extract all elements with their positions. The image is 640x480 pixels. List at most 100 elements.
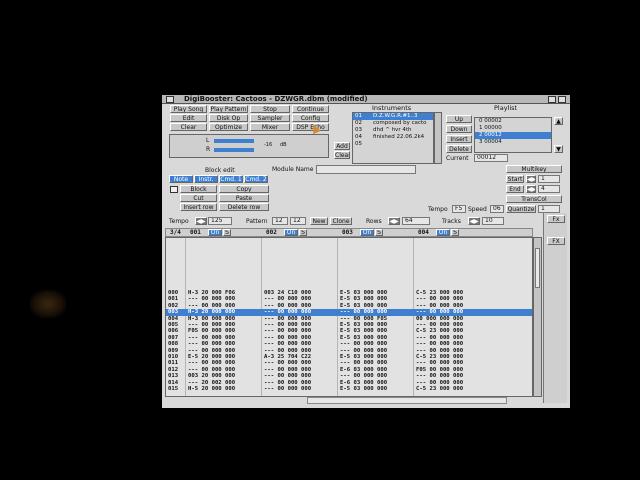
song-position: 3/4 bbox=[170, 229, 181, 236]
tempo-hex-field[interactable]: F5 bbox=[452, 205, 466, 213]
multikey-end-field[interactable]: 4 bbox=[538, 185, 560, 193]
playlist-current-field[interactable]: 00012 bbox=[474, 154, 508, 162]
block-copy-button[interactable]: Copy bbox=[219, 185, 269, 193]
menu-button-config[interactable]: Config bbox=[292, 114, 329, 122]
track-number: 003 bbox=[342, 229, 353, 236]
pattern-row[interactable]: 015 H-5 20 000 000 --- 00 000 000 E-5 03 00… bbox=[166, 386, 532, 392]
tempo-label: Tempo bbox=[169, 218, 189, 225]
volume-readout: -16 bbox=[264, 142, 273, 148]
menu-button-sampler[interactable]: Sampler bbox=[250, 114, 290, 122]
volume-unit: dB bbox=[280, 142, 287, 148]
playlist-insert-button[interactable]: Insert bbox=[446, 135, 472, 143]
pattern-new-button[interactable]: New bbox=[310, 217, 328, 225]
block-block-button[interactable]: Block bbox=[180, 185, 217, 193]
playlist-row[interactable]: 2 00012 bbox=[475, 132, 551, 139]
menu-button-edit[interactable]: Edit bbox=[170, 114, 207, 122]
tracks-arrows-icon[interactable]: ◀▶ bbox=[468, 217, 480, 225]
pattern-scroll-knob[interactable] bbox=[535, 248, 540, 288]
block-delete-row-button[interactable]: Delete row bbox=[219, 203, 269, 211]
playlist-up-button[interactable]: Up bbox=[446, 115, 472, 123]
menu-button-clear[interactable]: Clear bbox=[170, 123, 207, 131]
tempo-field[interactable]: 125 bbox=[208, 217, 232, 225]
close-gadget-icon[interactable] bbox=[166, 96, 174, 103]
multikey-start-field[interactable]: 1 bbox=[538, 175, 560, 183]
playlist-row[interactable]: 0 00002 bbox=[475, 118, 551, 125]
instrument-add-button[interactable]: Add bbox=[334, 142, 350, 150]
end-arrows-icon[interactable]: ◀▶ bbox=[526, 185, 536, 193]
block-paste-button[interactable]: Paste bbox=[219, 194, 269, 202]
block-tab-instr-[interactable]: Instr. bbox=[194, 175, 218, 183]
menu-button-play-song[interactable]: Play Song bbox=[170, 105, 207, 113]
rows-arrows-icon[interactable]: ◀▶ bbox=[388, 217, 400, 225]
right-fx-button[interactable]: Fx bbox=[547, 215, 565, 223]
menu-button-disk-op[interactable]: Disk Op bbox=[209, 114, 248, 122]
block-tab-cmd-1[interactable]: Cmd. 1 bbox=[219, 175, 243, 183]
menu-button-mixer[interactable]: Mixer bbox=[250, 123, 290, 131]
instrument-number: 02 bbox=[355, 120, 362, 126]
track-2-cell[interactable]: --- 00 000 000 bbox=[264, 386, 311, 392]
volume-panel: L R -16 dB bbox=[169, 134, 329, 158]
track-on-toggle[interactable]: On bbox=[360, 229, 374, 236]
track-on-toggle[interactable]: On bbox=[208, 229, 222, 236]
menu-button-stop[interactable]: Stop bbox=[250, 105, 290, 113]
transcol-button[interactable]: TransCol bbox=[506, 195, 562, 203]
track-solo-toggle[interactable]: S bbox=[375, 229, 383, 236]
playlist-scroll-down-icon[interactable]: ▼ bbox=[554, 145, 563, 153]
pattern-horizontal-scrollbar[interactable] bbox=[307, 397, 507, 404]
zoom-gadget-icon[interactable] bbox=[558, 96, 566, 103]
playlist-row[interactable]: 1 00000 bbox=[475, 125, 551, 132]
quantize-field[interactable]: 1 bbox=[538, 205, 560, 213]
track-on-toggle[interactable]: On bbox=[284, 229, 298, 236]
block-tab-note[interactable]: Note bbox=[169, 175, 193, 183]
menu-button-play-pattern[interactable]: Play Pattern bbox=[209, 105, 248, 113]
track-4-cell[interactable]: C-5 23 000 000 bbox=[416, 386, 463, 392]
block-edit-header: Block edit bbox=[205, 167, 235, 174]
quantize-button[interactable]: Quantize bbox=[506, 205, 536, 213]
pattern-vertical-scrollbar[interactable] bbox=[533, 237, 542, 397]
instrument-row[interactable]: 03 dhd ^ hvr 4th bbox=[353, 127, 433, 134]
track-3-cell[interactable]: E-5 03 000 000 bbox=[340, 386, 387, 392]
track-number: 004 bbox=[418, 229, 429, 236]
track-on-toggle[interactable]: On bbox=[436, 229, 450, 236]
block-insert-row-button[interactable]: Insert row bbox=[180, 203, 217, 211]
right-fx-button-2[interactable]: FX bbox=[547, 237, 565, 245]
block-cut-button[interactable]: Cut bbox=[180, 194, 217, 202]
track-solo-toggle[interactable]: S bbox=[451, 229, 459, 236]
instrument-row[interactable]: 02 composed by cacto bbox=[353, 120, 433, 127]
instrument-scrollbar[interactable] bbox=[434, 112, 442, 164]
window-titlebar[interactable]: DigiBooster: Cactoos - DZWGR.dbm (modifi… bbox=[162, 95, 570, 104]
playlist-delete-button[interactable]: Delete bbox=[446, 145, 472, 153]
left-volume-meter[interactable] bbox=[214, 139, 254, 143]
tracks-field[interactable]: 10 bbox=[482, 217, 504, 225]
start-arrows-icon[interactable]: ◀▶ bbox=[526, 175, 536, 183]
tempo-arrows-icon[interactable]: ◀▶ bbox=[195, 217, 207, 225]
speed-field[interactable]: 06 bbox=[490, 205, 504, 213]
track-solo-toggle[interactable]: S bbox=[223, 229, 231, 236]
multikey-start-button[interactable]: Start bbox=[506, 175, 524, 183]
pattern-clone-button[interactable]: Clone bbox=[330, 217, 352, 225]
multikey-button[interactable]: Multikey bbox=[506, 165, 562, 173]
instruments-header: Instruments bbox=[372, 104, 412, 112]
block-mark-icon[interactable] bbox=[170, 186, 178, 193]
playlist-down-button[interactable]: Down bbox=[446, 125, 472, 133]
pattern-editor[interactable]: 000 H-3 20 000 F06 003 24 C10 000 E-5 03 00… bbox=[165, 237, 533, 397]
playlist-scroll-up-icon[interactable]: ▲ bbox=[554, 117, 563, 125]
instrument-row[interactable]: 05 bbox=[353, 141, 433, 148]
multikey-end-button[interactable]: End bbox=[506, 185, 524, 193]
block-tab-cmd-2[interactable]: Cmd. 2 bbox=[244, 175, 268, 183]
instrument-row[interactable]: 04 finished 22.06.2k4 bbox=[353, 134, 433, 141]
instrument-clear-button[interactable]: Clear bbox=[334, 151, 350, 159]
right-volume-meter[interactable] bbox=[214, 148, 254, 152]
track-solo-toggle[interactable]: S bbox=[299, 229, 307, 236]
instrument-list[interactable]: 01 D.Z.W.G.R.#1..3 02 composed by cacto 03 dh… bbox=[352, 112, 434, 164]
track-1-cell[interactable]: H-5 20 000 000 bbox=[188, 386, 235, 392]
playlist-row[interactable]: 3 00004 bbox=[475, 139, 551, 146]
rows-field[interactable]: 64 bbox=[402, 217, 430, 225]
pattern-field[interactable]: 12 bbox=[272, 217, 288, 225]
playlist-list[interactable]: 0 00002 1 00000 2 00012 3 00004 bbox=[474, 117, 552, 153]
instrument-row[interactable]: 01 D.Z.W.G.R.#1..3 bbox=[353, 113, 433, 120]
menu-button-optimize[interactable]: Optimize bbox=[209, 123, 248, 131]
module-name-field[interactable] bbox=[316, 165, 416, 174]
depth-gadget-icon[interactable] bbox=[548, 96, 556, 103]
menu-button-continue[interactable]: Continue bbox=[292, 105, 329, 113]
